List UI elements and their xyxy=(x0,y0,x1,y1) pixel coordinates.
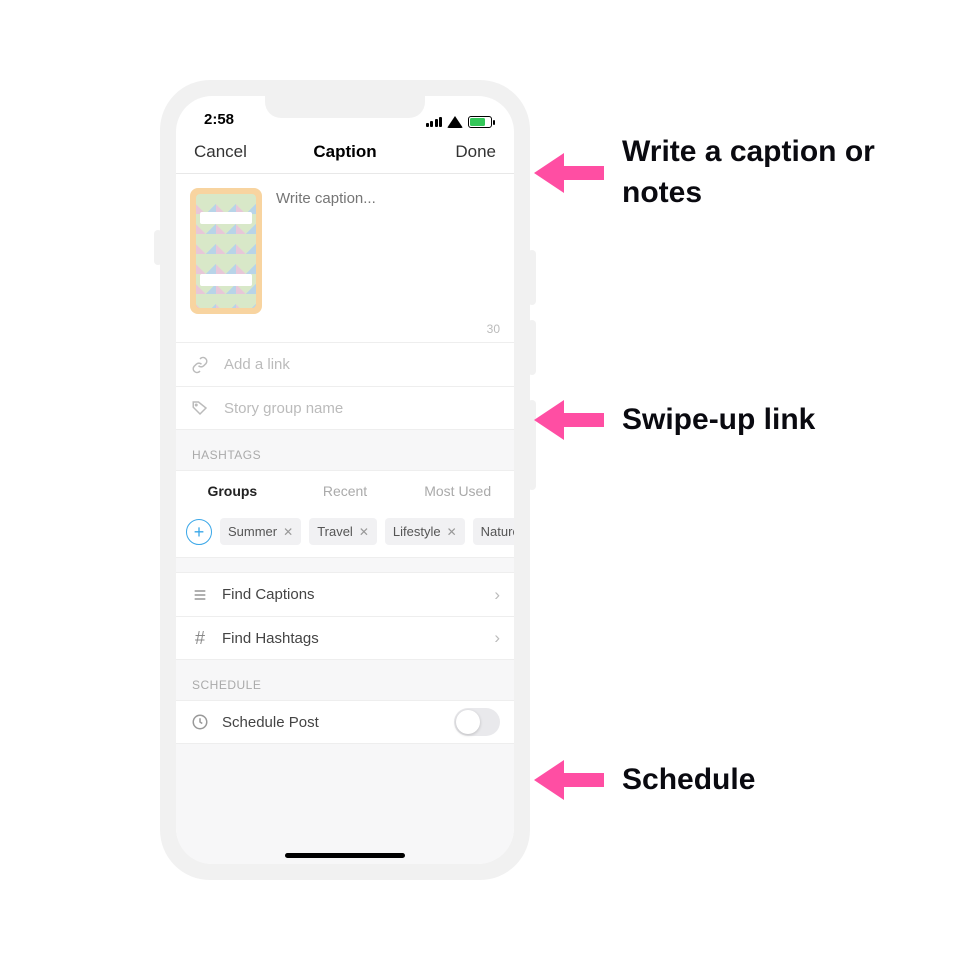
clock-icon xyxy=(190,713,210,731)
battery-icon xyxy=(468,116,492,128)
schedule-post-label: Schedule Post xyxy=(222,714,442,731)
link-input[interactable] xyxy=(222,355,500,374)
arrow-icon xyxy=(534,760,604,800)
nav-bar: Cancel Caption Done xyxy=(176,130,514,174)
annotation-schedule: Schedule xyxy=(534,760,755,801)
find-hashtags-row[interactable]: # Find Hashtags › xyxy=(176,616,514,660)
link-icon xyxy=(190,356,210,374)
find-captions-row[interactable]: Find Captions › xyxy=(176,572,514,616)
phone-frame: 2:58 Cancel Caption Done 30 xyxy=(160,80,530,880)
cellular-icon xyxy=(426,117,443,127)
hashtag-chips: + Summer✕ Travel✕ Lifestyle✕ Nature xyxy=(176,510,514,558)
arrow-icon xyxy=(534,153,604,193)
tab-groups[interactable]: Groups xyxy=(176,483,289,499)
post-thumbnail[interactable] xyxy=(190,188,262,314)
find-captions-label: Find Captions xyxy=(222,586,482,603)
hash-icon: # xyxy=(190,628,210,649)
find-hashtags-label: Find Hashtags xyxy=(222,630,482,647)
char-count: 30 xyxy=(176,318,514,342)
content-area: 30 HASHTAGS Groups Recent Most Used xyxy=(176,174,514,864)
remove-icon[interactable]: ✕ xyxy=(447,525,457,539)
tag-icon xyxy=(190,399,210,417)
list-icon xyxy=(190,587,210,603)
hashtag-chip[interactable]: Summer✕ xyxy=(220,518,301,545)
annotation-link: Swipe-up link xyxy=(534,400,815,441)
tab-most-used[interactable]: Most Used xyxy=(401,483,514,499)
hashtag-chip[interactable]: Nature xyxy=(473,518,514,545)
done-button[interactable]: Done xyxy=(436,142,496,162)
schedule-label: SCHEDULE xyxy=(176,660,514,700)
cancel-button[interactable]: Cancel xyxy=(194,142,254,162)
caption-section xyxy=(176,174,514,318)
chevron-right-icon: › xyxy=(494,628,500,648)
wifi-icon xyxy=(447,116,463,128)
story-group-row[interactable] xyxy=(176,386,514,430)
tab-recent[interactable]: Recent xyxy=(289,483,402,499)
status-time: 2:58 xyxy=(204,111,234,128)
nav-title: Caption xyxy=(313,142,376,162)
chevron-right-icon: › xyxy=(494,585,500,605)
annotation-caption: Write a caption or notes xyxy=(534,132,922,213)
link-row[interactable] xyxy=(176,342,514,386)
story-group-input[interactable] xyxy=(222,399,500,418)
volume-up-button xyxy=(528,250,536,305)
add-hashtag-button[interactable]: + xyxy=(186,519,212,545)
volume-down-button xyxy=(528,320,536,375)
arrow-icon xyxy=(534,400,604,440)
caption-input[interactable] xyxy=(274,188,500,308)
silent-switch xyxy=(154,230,162,265)
hashtags-label: HASHTAGS xyxy=(176,430,514,470)
notch xyxy=(265,96,425,118)
schedule-toggle[interactable] xyxy=(454,708,500,736)
schedule-post-row: Schedule Post xyxy=(176,700,514,744)
home-indicator xyxy=(285,853,405,858)
hashtag-tabs: Groups Recent Most Used xyxy=(176,470,514,510)
hashtag-chip[interactable]: Lifestyle✕ xyxy=(385,518,465,545)
hashtag-chip[interactable]: Travel✕ xyxy=(309,518,377,545)
remove-icon[interactable]: ✕ xyxy=(283,525,293,539)
remove-icon[interactable]: ✕ xyxy=(359,525,369,539)
screen: 2:58 Cancel Caption Done 30 xyxy=(176,96,514,864)
